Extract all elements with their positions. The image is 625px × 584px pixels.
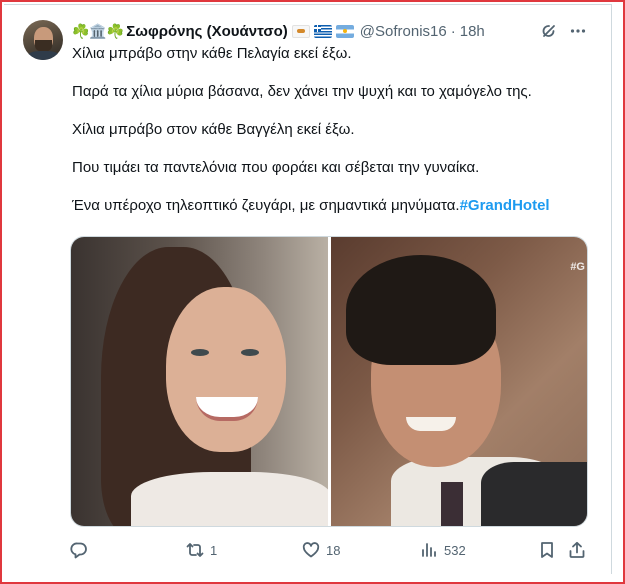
views-button[interactable]: 532 — [420, 540, 466, 560]
cyprus-flag-icon — [291, 24, 310, 38]
heart-icon — [302, 542, 320, 558]
tweet-header: ☘️🏛️☘️ Σωφρόνης (Χουάντσο) @Sofronis16 ·… — [72, 20, 485, 42]
name-emoji: ☘️🏛️☘️ — [72, 22, 125, 39]
photo-face — [166, 287, 286, 452]
media-photo-left[interactable] — [71, 237, 328, 526]
photo-clothing — [131, 472, 328, 526]
photo-vest — [481, 462, 587, 526]
share-icon — [569, 541, 585, 558]
avatar[interactable] — [23, 20, 63, 60]
retweet-button[interactable]: 1 — [186, 540, 217, 560]
views-icon — [422, 543, 436, 557]
tweet-line: Χίλια μπράβο στον κάθε Βαγγέλη εκεί έξω. — [72, 121, 355, 138]
tweet-line: Παρά τα χίλια μύρια βάσανα, δεν χάνει τη… — [72, 83, 532, 100]
bookmark-icon — [541, 542, 553, 558]
retweet-icon — [186, 543, 204, 557]
tweet-line-last: Ένα υπέροχο τηλεοπτικό ζευγάρι, με σημαν… — [72, 196, 592, 216]
tweet-text: Χίλια μπράβο στην κάθε Πελαγία εκεί έξω.… — [72, 44, 592, 216]
like-count: 18 — [326, 542, 341, 558]
bookmark-button[interactable] — [538, 540, 556, 560]
photo-eye — [241, 349, 259, 356]
photo-hair — [346, 255, 496, 365]
grok-icon[interactable] — [540, 22, 558, 40]
right-divider — [611, 4, 612, 574]
share-button[interactable] — [568, 540, 586, 560]
greece-flag-icon — [313, 24, 332, 38]
tweet-line-text: Ένα υπέροχο τηλεοπτικό ζευγάρι, με σημαν… — [72, 197, 460, 214]
author-name[interactable]: Σωφρόνης (Χουάντσο) — [126, 23, 287, 40]
photo-eye — [191, 349, 209, 356]
tweet-media[interactable]: #G — [70, 236, 588, 527]
retweet-count: 1 — [210, 542, 218, 558]
author-handle[interactable]: @Sofronis16 — [360, 23, 447, 40]
media-watermark: #G — [570, 261, 585, 273]
avatar-shirt — [27, 51, 60, 60]
separator-dot: · — [450, 22, 456, 40]
tweet-time[interactable]: 18h — [460, 23, 485, 40]
reply-icon — [70, 542, 87, 559]
tweet-actions: 1 18 532 — [70, 540, 590, 560]
argentina-flag-icon — [335, 24, 354, 38]
top-divider — [4, 4, 612, 5]
hashtag-link[interactable]: #GrandHotel — [460, 197, 550, 214]
photo-smile — [406, 417, 456, 431]
reply-button[interactable] — [70, 540, 94, 560]
views-count: 532 — [444, 542, 466, 558]
tweet-line: Που τιμάει τα παντελόνια που φοράει και … — [72, 159, 480, 176]
more-icon[interactable] — [569, 22, 587, 40]
media-photo-right[interactable]: #G — [331, 237, 587, 526]
tweet-line: Χίλια μπράβο στην κάθε Πελαγία εκεί έξω. — [72, 45, 352, 62]
photo-tie — [441, 482, 463, 526]
like-button[interactable]: 18 — [302, 540, 340, 560]
